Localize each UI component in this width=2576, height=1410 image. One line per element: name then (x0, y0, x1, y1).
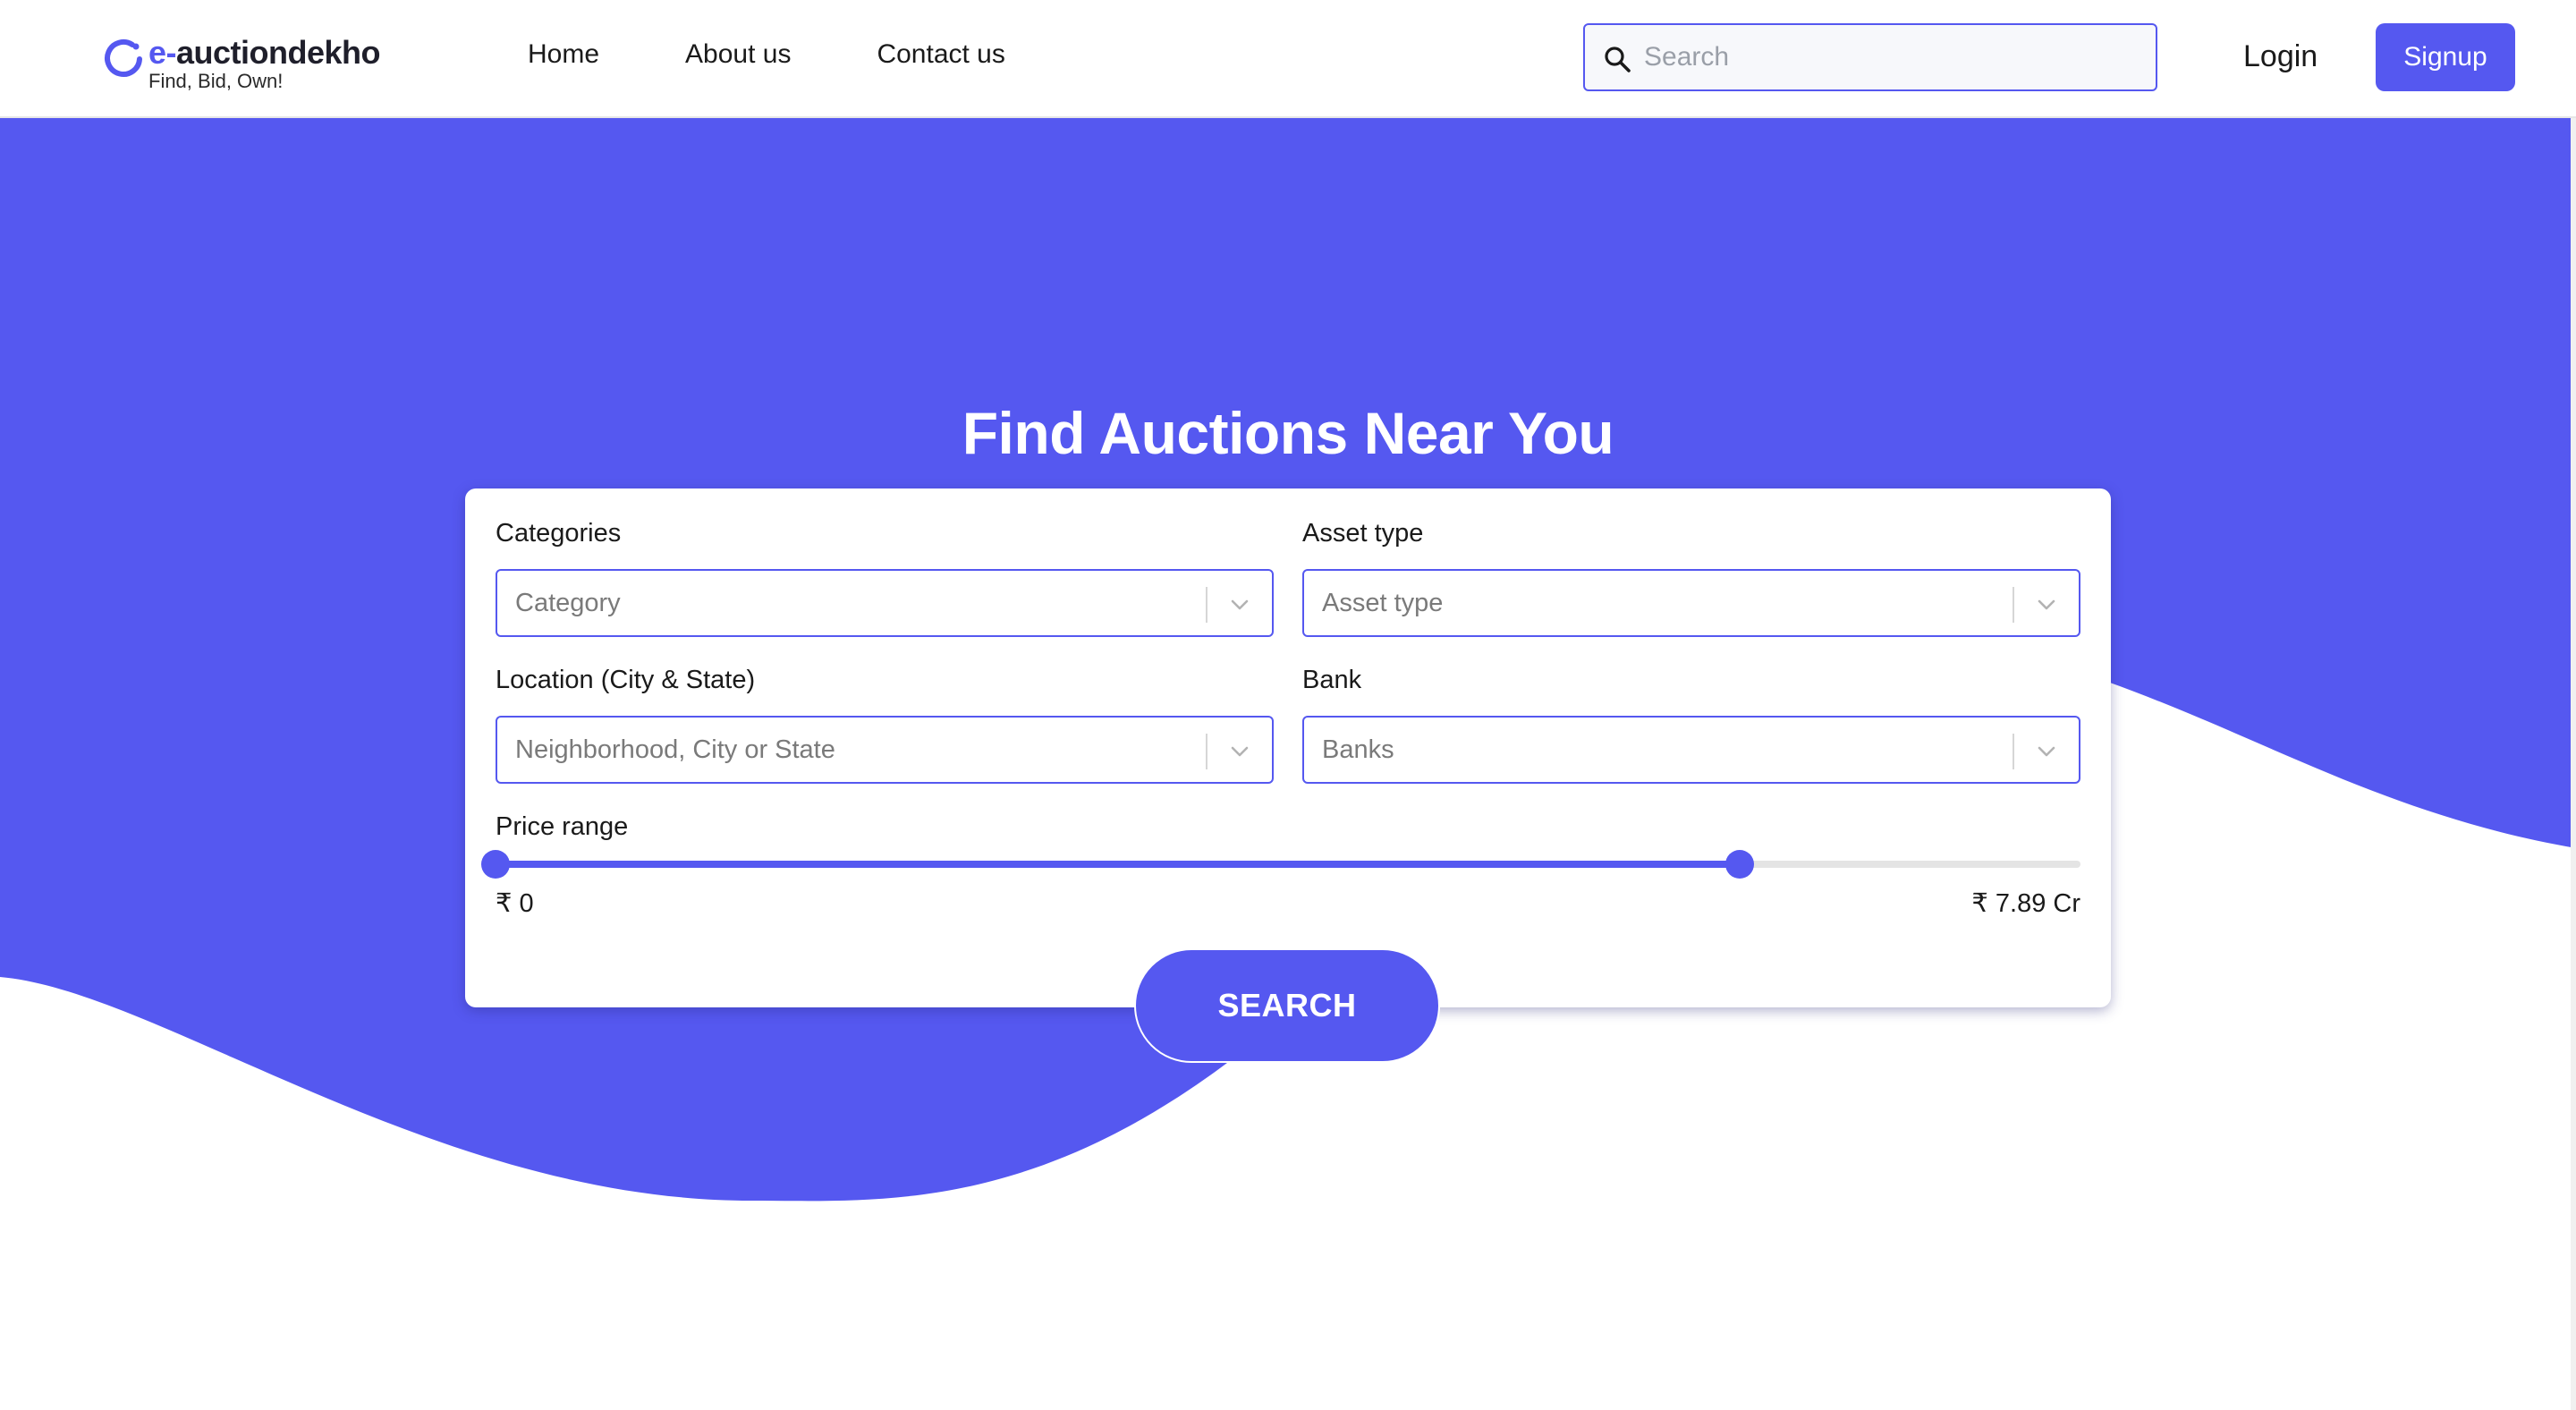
bank-label: Bank (1302, 666, 1362, 694)
hero-title: Find Auctions Near You (962, 400, 1614, 466)
logo-tagline: Find, Bid, Own! (148, 70, 284, 92)
price-max-value: ₹ 7.89 Cr (1971, 889, 2080, 918)
category-placeholder: Category (515, 589, 621, 617)
chevron-down-icon (1231, 599, 1249, 610)
logo-name: auctiondekho (176, 34, 381, 71)
location-placeholder: Neighborhood, City or State (515, 735, 835, 764)
price-max-handle[interactable] (1725, 850, 1755, 879)
bank-placeholder: Banks (1322, 735, 1394, 764)
header-search[interactable] (1583, 23, 2157, 91)
category-select[interactable]: Category (496, 569, 1274, 637)
chevron-down-icon (1231, 746, 1249, 757)
asset-type-select[interactable]: Asset type (1302, 569, 2080, 637)
nav-about-link[interactable]: About us (685, 39, 791, 70)
bank-select[interactable]: Banks (1302, 716, 2080, 784)
auction-filter-card: Categories Category Asset type Asset typ… (465, 488, 2111, 1007)
price-range-label: Price range (496, 812, 629, 841)
asset-type-placeholder: Asset type (1322, 589, 1444, 617)
price-min-value: ₹ 0 (496, 889, 534, 918)
price-range-slider[interactable] (481, 850, 2080, 879)
price-range-fill (496, 861, 1741, 868)
chevron-down-icon (2038, 746, 2055, 757)
location-select[interactable]: Neighborhood, City or State (496, 716, 1274, 784)
search-icon (1605, 47, 1631, 72)
top-navbar: e-auctiondekho Find, Bid, Own! Home Abou… (0, 0, 2576, 118)
price-min-handle[interactable] (481, 850, 510, 879)
page-scrollbar[interactable] (2571, 0, 2576, 1410)
select-divider (2012, 587, 2014, 623)
logo-prefix: e- (148, 34, 177, 71)
search-auctions-button[interactable]: SEARCH (1134, 948, 1440, 1063)
page: e-auctiondekho Find, Bid, Own! Home Abou… (0, 0, 2576, 1410)
main-nav: Home About us Contact us (528, 39, 1005, 70)
nav-contact-link[interactable]: Contact us (877, 39, 1004, 70)
logo-ring-icon (105, 38, 142, 77)
login-link[interactable]: Login (2243, 39, 2318, 74)
signup-button[interactable]: Signup (2376, 23, 2515, 91)
chevron-down-icon (2038, 599, 2055, 610)
select-divider (1206, 734, 1208, 769)
location-label: Location (City & State) (496, 666, 756, 694)
logo-wordmark: e-auctiondekho (148, 34, 381, 72)
select-divider (1206, 587, 1208, 623)
select-divider (2012, 734, 2014, 769)
categories-label: Categories (496, 519, 622, 548)
nav-home-link[interactable]: Home (528, 39, 599, 70)
search-input[interactable] (1644, 25, 2145, 89)
asset-type-label: Asset type (1302, 519, 1424, 548)
